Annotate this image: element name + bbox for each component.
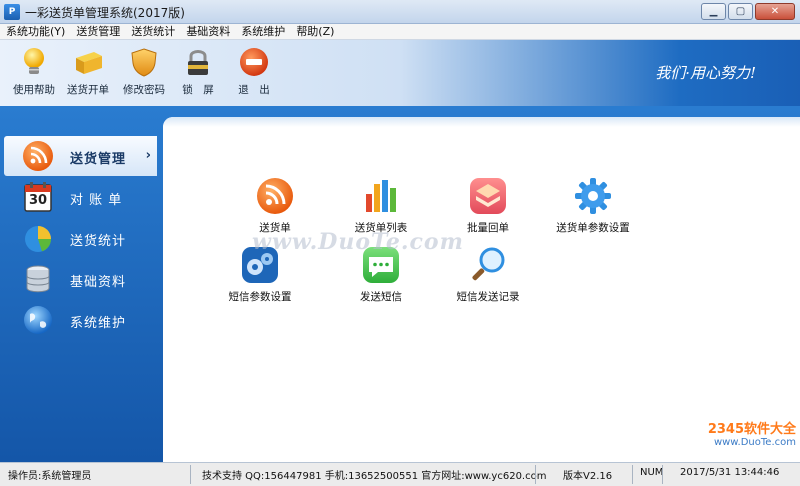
status-operator: 操作员:系统管理员 <box>8 471 92 482</box>
corner-watermark: 2345软件大全 www.DuoTe.com <box>707 422 796 448</box>
delivery-note-button[interactable]: 送货单 <box>225 176 325 235</box>
lock-screen-button[interactable]: 锁 屏 <box>170 46 226 97</box>
watermark-text: www.DuoTe.com <box>252 229 464 255</box>
status-support: 技术支持 QQ:156447981 手机:13652500551 官方网址:ww… <box>202 471 547 482</box>
toolbar: 使用帮助 送货开单 修改密码 锁 屏 退 出 我们·用心努力! <box>0 40 800 106</box>
close-button[interactable]: ✕ <box>755 3 795 20</box>
exit-button[interactable]: 退 出 <box>226 46 282 97</box>
rss-icon <box>22 140 54 172</box>
menu-help[interactable]: 帮助(Z) <box>290 24 339 39</box>
delivery-settings-button[interactable]: 送货单参数设置 <box>543 176 643 235</box>
menu-delivery-management[interactable]: 送货管理 <box>70 24 125 39</box>
delivery-list-button[interactable]: 送货单列表 <box>331 176 431 235</box>
app-logo-icon: P <box>4 4 20 20</box>
folder-icon <box>72 46 104 78</box>
menu-basic-data[interactable]: 基础资料 <box>180 24 235 39</box>
window-controls: ▁ ▢ ✕ <box>701 3 795 20</box>
lightbulb-icon <box>18 46 50 78</box>
gear-icon <box>573 176 613 216</box>
database-icon <box>22 263 54 295</box>
status-bar: 操作员:系统管理员 技术支持 QQ:156447981 手机:136525005… <box>0 462 800 486</box>
sidebar-item-system-maintenance[interactable]: 系统维护 <box>4 300 157 340</box>
sidebar-item-delivery-management[interactable]: 送货管理 › <box>4 136 157 176</box>
minimize-button[interactable]: ▁ <box>701 3 726 20</box>
layers-icon <box>468 176 508 216</box>
batch-receipt-button[interactable]: 批量回单 <box>438 176 538 235</box>
shield-icon <box>128 46 160 78</box>
sidebar-item-statement[interactable]: 30 对 账 单 <box>4 177 157 217</box>
chevron-right-icon: › <box>145 148 151 163</box>
calendar-day: 30 <box>28 193 48 208</box>
menu-bar: 系统功能(Y) 送货管理 送货统计 基础资料 系统维护 帮助(Z) <box>0 24 800 40</box>
bar-chart-icon <box>361 176 401 216</box>
calendar-icon: 30 <box>22 181 54 213</box>
sidebar-item-delivery-statistics[interactable]: 送货统计 <box>4 218 157 258</box>
exit-icon <box>238 46 270 78</box>
status-version: 版本V2.16 <box>563 471 613 482</box>
globe-icon <box>22 304 54 336</box>
menu-system-functions[interactable]: 系统功能(Y) <box>0 24 70 39</box>
sidebar-item-basic-data[interactable]: 基础资料 <box>4 259 157 299</box>
status-datetime: 2017/5/31 13:44:46 <box>680 467 780 478</box>
status-num: NUM <box>640 467 664 478</box>
new-delivery-button[interactable]: 送货开单 <box>60 46 116 97</box>
slogan: 我们·用心努力! <box>655 64 756 82</box>
magnifier-icon <box>468 245 508 285</box>
pie-chart-icon <box>22 222 54 254</box>
change-password-button[interactable]: 修改密码 <box>116 46 172 97</box>
content-panel: 送货单 送货单列表 批量回单 送货单参数设置 短信参数设置 发送短信 短信发送记… <box>163 117 800 462</box>
lock-icon <box>182 46 214 78</box>
maximize-button[interactable]: ▢ <box>728 3 753 20</box>
menu-delivery-statistics[interactable]: 送货统计 <box>125 24 180 39</box>
help-button[interactable]: 使用帮助 <box>6 46 62 97</box>
rss-icon <box>255 176 295 216</box>
title-bar: P 一彩送货单管理系统(2017版) ▁ ▢ ✕ <box>0 0 800 24</box>
sidebar: 送货管理 › 30 对 账 单 送货统计 基础资料 系统维护 <box>4 132 157 462</box>
menu-system-maintenance[interactable]: 系统维护 <box>235 24 290 39</box>
window-title: 一彩送货单管理系统(2017版) <box>25 6 185 20</box>
